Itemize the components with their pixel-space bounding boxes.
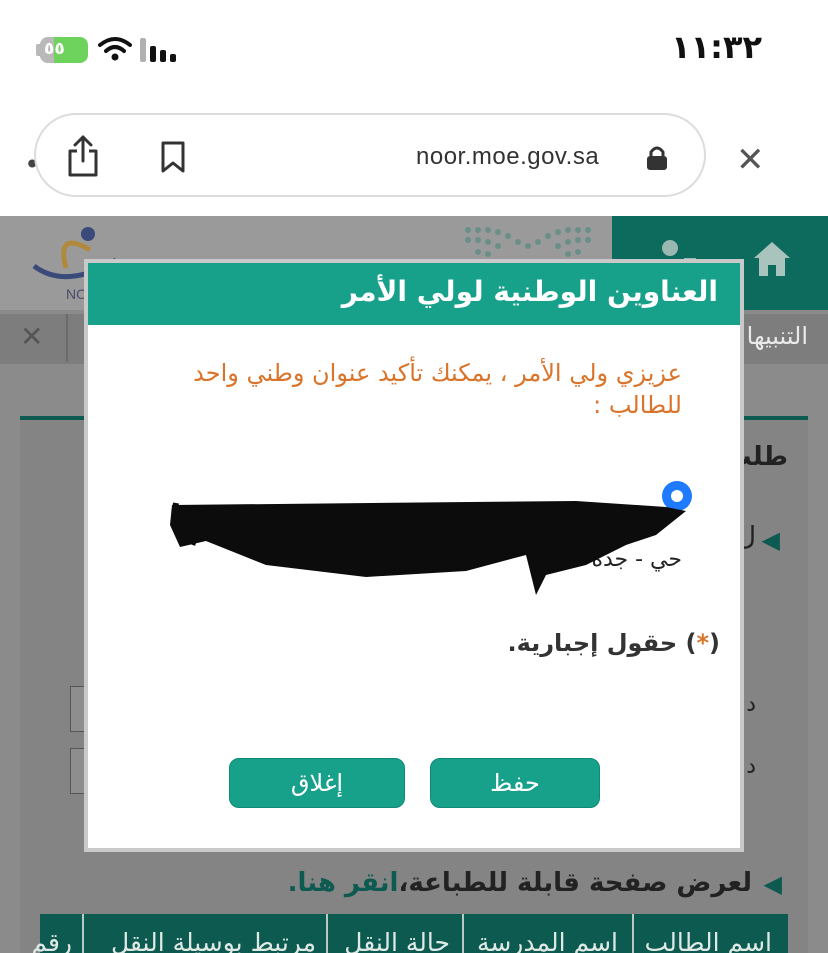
print-link[interactable]: انقر هنا.: [288, 868, 399, 898]
url-text[interactable]: noor.moe.gov.sa: [416, 143, 599, 171]
arrow-icon: ◀: [761, 526, 780, 554]
column-divider: [462, 914, 464, 953]
status-time: ١١:٣٢: [671, 28, 762, 66]
national-address-dialog: العناوين الوطنية لولي الأمر عزيزي ولي ال…: [84, 259, 744, 852]
save-button[interactable]: حفظ: [430, 758, 600, 808]
column-header: اسم المدرسة: [476, 928, 618, 953]
close-icon[interactable]: ✕: [20, 320, 43, 353]
lock-icon: [647, 146, 667, 170]
ministry-logo-icon: [465, 227, 591, 257]
field-label: د: [746, 692, 756, 717]
column-divider: [632, 914, 634, 953]
required-suffix: ) حقول إجبارية.: [507, 629, 697, 657]
dialog-header: العناوين الوطنية لولي الأمر: [88, 263, 740, 325]
battery-level: ٥٥: [44, 39, 66, 59]
required-fields-note: (*) حقول إجبارية.: [508, 629, 720, 657]
notifications-tab[interactable]: التنبيها: [747, 322, 808, 350]
dialog-message: عزيزي ولي الأمر ، يمكنك تأكيد عنوان وطني…: [193, 359, 682, 419]
bookmark-icon[interactable]: [160, 141, 186, 173]
battery-icon: ٥٥: [40, 37, 88, 63]
signal-icon: [140, 38, 176, 62]
print-hint-text: لعرض صفحة قابلة للطباعة،: [398, 868, 752, 898]
dialog-title: العناوين الوطنية لولي الأمر: [341, 275, 718, 308]
home-icon[interactable]: [752, 240, 792, 278]
column-divider: [82, 914, 84, 953]
divider: [66, 314, 68, 362]
column-divider: [326, 914, 328, 953]
column-header: مرتبط بوسيلة النقل: [110, 928, 316, 953]
arrow-icon: ◀: [763, 870, 782, 898]
redaction-scribble: [170, 501, 686, 595]
close-button[interactable]: إغلاق: [229, 758, 405, 808]
share-icon[interactable]: [66, 135, 100, 177]
required-star: *: [696, 629, 710, 657]
status-bar: ٥٥ ١١:٣٢: [0, 0, 828, 96]
column-header: حالة النقل: [344, 928, 450, 953]
print-hint: لعرض صفحة قابلة للطباعة،انقر هنا.: [288, 868, 752, 898]
column-header: رقم: [31, 928, 72, 953]
close-icon[interactable]: ✕: [736, 140, 765, 180]
field-label: د: [746, 754, 756, 779]
wifi-icon: [98, 37, 132, 61]
column-header: اسم الطالب: [644, 928, 772, 953]
required-prefix: (: [709, 629, 720, 657]
address-bar[interactable]: noor.moe.gov.sa: [34, 113, 706, 197]
